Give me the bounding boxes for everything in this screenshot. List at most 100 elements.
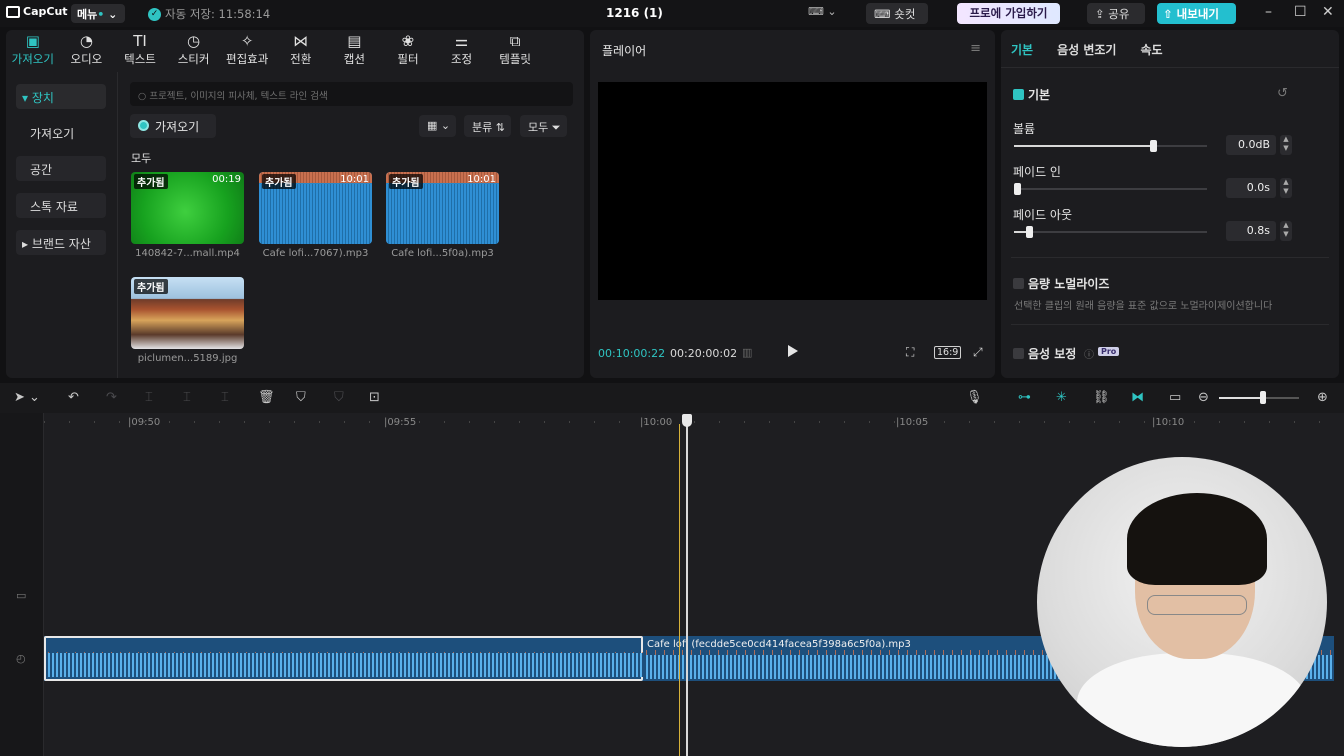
zoom-slider-knob[interactable] [1260,391,1266,404]
zoom-in-icon[interactable]: ⊕ [1317,390,1328,405]
close-icon[interactable]: ✕ [1322,4,1334,20]
fade-out-slider[interactable] [1014,226,1207,238]
layout-button[interactable]: ⌨ ⌄ [808,5,837,18]
main-track-magnet-icon[interactable]: ⊶ [1018,390,1031,405]
sort-button[interactable]: 분류 ⇅ [464,115,511,137]
view-mode-button[interactable]: ▦ ⌄ [419,115,457,137]
shield-off-icon[interactable]: ⛉ [334,390,344,405]
tab-label: 스티커 [177,52,210,66]
tab-adjust[interactable]: ⚌ 조정 [435,30,489,70]
preview-axis-icon[interactable]: ⧓ [1131,390,1144,405]
timecode-grid-icon[interactable]: ▥ [742,346,752,359]
preview-screen[interactable] [598,82,987,300]
split-icon[interactable]: ⌶ [145,390,153,405]
volume-label: 볼륨 [1013,122,1036,136]
zoom-slider[interactable] [1219,391,1299,404]
fade-in-label: 페이드 인 [1013,165,1061,179]
keyboard-icon: ⌨ [874,7,891,21]
fade-out-value[interactable]: 0.8s [1226,221,1276,241]
tab-transition[interactable]: ⋈ 전환 [274,30,328,70]
volume-value[interactable]: 0.0dB [1226,135,1276,155]
tab-audio[interactable]: ◔ 오디오 [60,30,114,70]
volume-slider[interactable] [1014,140,1207,152]
tab-voice-changer[interactable]: 음성 변조기 [1057,41,1116,58]
caption-track-icon[interactable]: ▭ [1169,390,1181,405]
split-right-icon[interactable]: ⌶ [221,390,229,405]
audio-clip-selected[interactable] [44,636,643,681]
sidebar-item-stock[interactable]: 스톡 자료 [16,193,106,218]
shortcut-label: 숏컷 [894,7,916,21]
fade-in-slider[interactable] [1014,183,1207,195]
project-title[interactable]: 1216 (1) [606,6,663,20]
reset-icon[interactable]: ↺ [1277,86,1288,101]
tab-basic[interactable]: 기본 [1011,41,1033,58]
playhead[interactable] [686,420,688,756]
pro-signup-button[interactable]: 프로에 가입하기 [957,3,1060,24]
share-label: 공유 [1108,7,1130,21]
fade-out-stepper[interactable]: ▲ ▼ [1280,221,1292,241]
redo-icon[interactable]: ↷ [106,390,117,405]
sidebar-item-label: 가져오기 [30,127,75,141]
adjust-icon: ⚌ [454,32,469,50]
sidebar-item-import[interactable]: 가져오기 [16,120,106,145]
sidebar-item-brand[interactable]: ▸ 브랜드 자산 [16,230,106,255]
snapshot-icon[interactable]: ⛶ [906,345,914,360]
menu-button[interactable]: 메뉴• ⌄ [71,4,125,23]
select-tool-icon[interactable]: ➤ ⌄ [14,390,40,405]
volume-slider-knob[interactable] [1150,140,1157,152]
fade-in-slider-knob[interactable] [1014,183,1021,195]
fade-in-stepper[interactable]: ▲ ▼ [1280,178,1292,198]
fullscreen-icon[interactable]: ⤢ [973,345,983,360]
volume-slider-fill [1014,145,1153,147]
pro-tool-icon[interactable]: ⊡ [369,390,380,405]
tab-speed[interactable]: 속도 [1140,41,1162,58]
presenter-shirt [1077,653,1307,747]
media-item-image[interactable]: 추가됨 [131,277,244,349]
microphone-icon[interactable]: 🎙 [966,390,983,405]
share-button[interactable]: ⇪ 공유 [1087,3,1145,24]
split-left-icon[interactable]: ⌶ [183,390,191,405]
text-icon: TI [133,32,147,50]
sidebar-item-device[interactable]: ▾ 장치 [16,84,106,109]
search-input[interactable]: ○ 프로젝트, 이미지의 피사체, 텍스트 라인 검색 [130,82,573,106]
undo-icon[interactable]: ↶ [68,390,79,405]
normalize-label: 음량 노멀라이즈 [1028,277,1110,291]
aspect-ratio-button[interactable]: 16:9 [934,346,962,359]
waveform [386,184,499,244]
zoom-out-icon[interactable]: ⊖ [1198,390,1209,405]
tab-caption[interactable]: ▤ 캡션 [328,30,382,70]
info-icon[interactable]: ⓘ [1084,346,1094,361]
filter-button[interactable]: 모두 ⏷ [520,115,567,137]
auto-snap-icon[interactable]: ✳ [1056,390,1067,405]
time-ruler[interactable]: |09:50 |09:55 |10:00 |10:05 |10:10 [44,413,1344,429]
shortcut-button[interactable]: ⌨ 숏컷 [866,3,928,24]
media-item-audio[interactable]: 추가됨 10:01 [386,172,499,244]
sidebar-item-space[interactable]: 공간 [16,156,106,181]
media-item-video[interactable]: 추가됨 00:19 [131,172,244,244]
tab-import[interactable]: ▣ 가져오기 [6,30,60,70]
export-button[interactable]: ⇧ 내보내기 [1157,3,1236,24]
media-item-audio[interactable]: 추가됨 10:01 [259,172,372,244]
playhead-handle[interactable] [682,414,692,427]
delete-icon[interactable]: 🗑 [258,390,275,405]
divider [1001,67,1339,68]
shield-icon[interactable]: ⛉ [296,390,306,405]
basic-checkbox[interactable] [1013,89,1024,100]
fade-in-value[interactable]: 0.0s [1226,178,1276,198]
fade-out-slider-knob[interactable] [1026,226,1033,238]
tab-sticker[interactable]: ◷ 스티커 [167,30,221,70]
normalize-checkbox[interactable] [1013,278,1024,289]
voice-enhance-checkbox[interactable] [1013,348,1024,359]
minimize-icon[interactable]: – [1265,4,1272,20]
import-button[interactable]: 가져오기 [130,114,216,138]
maximize-icon[interactable]: ☐ [1294,4,1307,20]
tab-filter[interactable]: ❀ 필터 [381,30,435,70]
import-dot-icon [138,120,149,131]
volume-stepper[interactable]: ▲ ▼ [1280,135,1292,155]
tab-text[interactable]: TI 텍스트 [113,30,167,70]
hamburger-menu-icon[interactable]: ≡ [970,41,981,56]
tab-template[interactable]: ⧉ 템플릿 [488,30,542,70]
play-icon[interactable] [788,345,798,357]
tab-effects[interactable]: ✧ 편집효과 [220,30,274,70]
link-icon[interactable]: ⛓ [1093,390,1110,405]
